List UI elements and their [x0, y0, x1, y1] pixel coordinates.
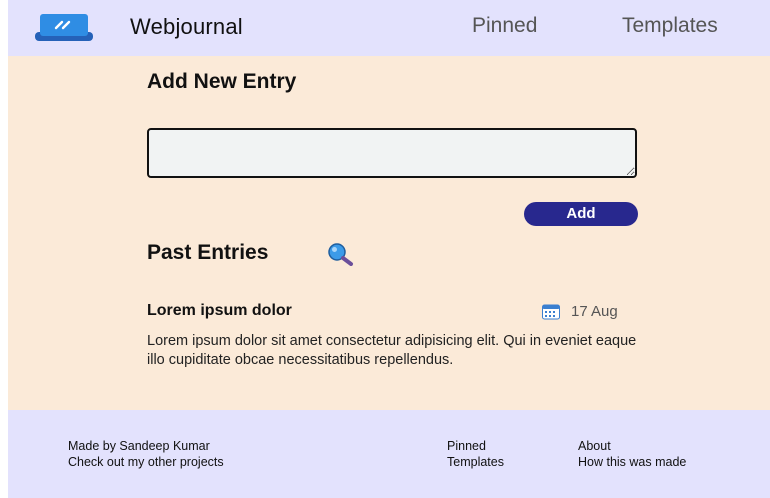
past-entries-heading: Past Entries — [147, 241, 269, 264]
brand-title[interactable]: Webjournal — [130, 14, 243, 40]
footer-other-projects-link[interactable]: Check out my other projects — [68, 455, 224, 469]
add-button[interactable]: Add — [524, 202, 638, 226]
entry-date: 17 Aug — [571, 303, 618, 320]
footer-link-how-made[interactable]: How this was made — [578, 455, 686, 469]
page: Webjournal Pinned Templates Add New Entr… — [8, 0, 770, 498]
entry-body: Lorem ipsum dolor sit amet consectetur a… — [147, 333, 637, 368]
footer-link-templates[interactable]: Templates — [447, 455, 504, 469]
add-entry-heading: Add New Entry — [147, 70, 297, 93]
main-content: Add New Entry Add Past Entries Lorem ips… — [8, 56, 770, 410]
footer-link-pinned[interactable]: Pinned — [447, 439, 486, 453]
header: Webjournal Pinned Templates — [8, 0, 770, 56]
notebook-pencil-icon[interactable] — [34, 14, 94, 42]
footer: Made by Sandeep Kumar Check out my other… — [8, 410, 770, 498]
footer-link-about[interactable]: About — [578, 439, 611, 453]
entry-input[interactable] — [147, 128, 637, 178]
footer-credit: Made by Sandeep Kumar — [68, 439, 210, 453]
calendar-icon — [542, 304, 560, 320]
entry-title: Lorem ipsum dolor — [147, 302, 292, 319]
magnifying-glass-icon — [328, 243, 353, 266]
nav-link-pinned[interactable]: Pinned — [472, 14, 537, 38]
nav-link-templates[interactable]: Templates — [622, 14, 718, 38]
